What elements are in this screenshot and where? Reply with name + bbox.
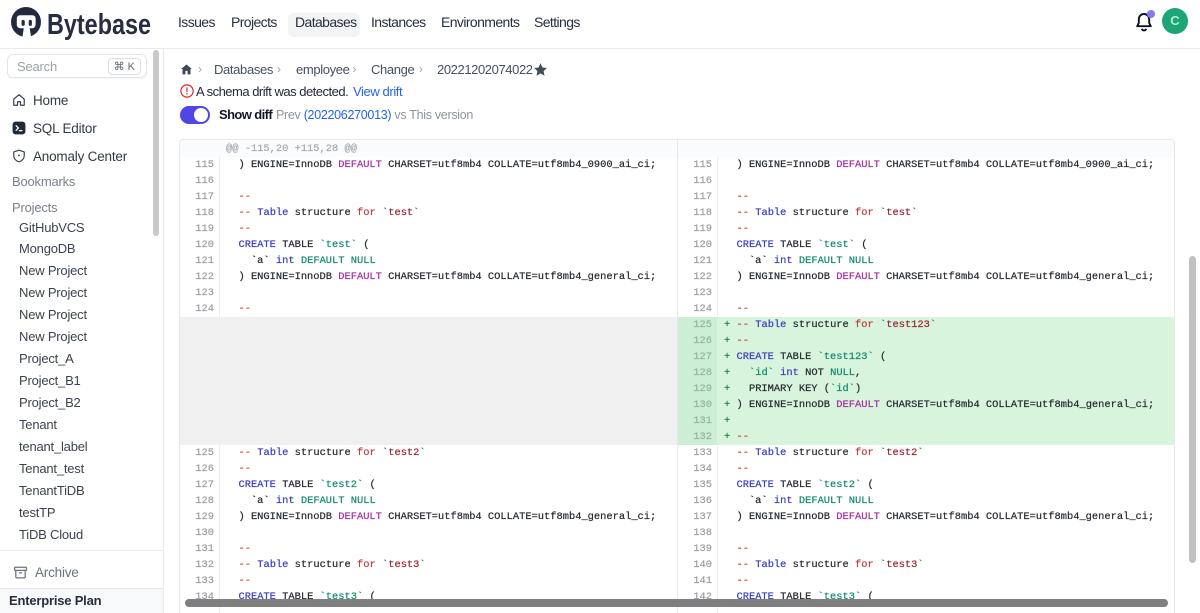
svg-text:Bytebase: Bytebase: [47, 9, 151, 41]
